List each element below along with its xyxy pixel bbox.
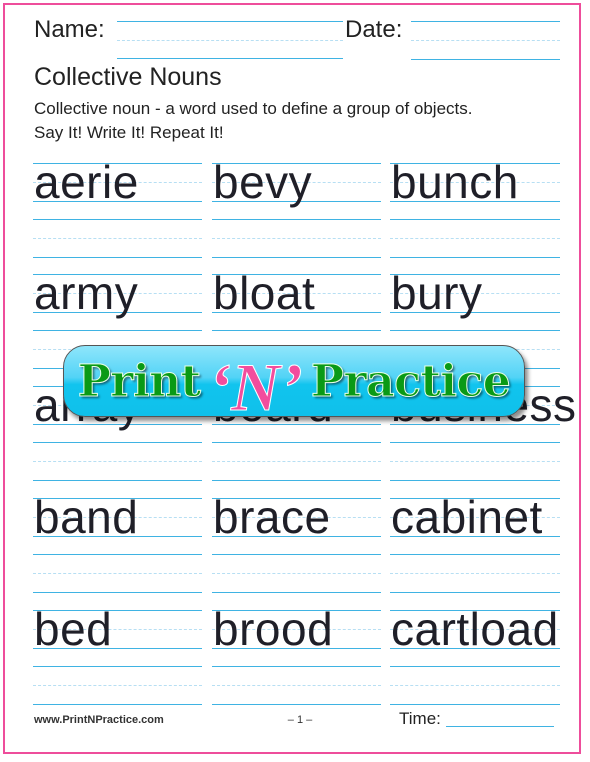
guide-line [390,442,560,443]
guide-line [212,257,381,258]
trace-word: bevy [213,156,313,208]
guide-line [390,592,560,593]
trace-word: bunch [391,156,519,208]
guide-line [212,480,381,481]
midline-dashed [212,685,381,686]
midline-dashed [390,573,560,574]
guide-line [33,704,202,705]
guide-line [33,219,202,220]
guide-line [390,257,560,258]
guide-line [33,666,202,667]
guide-line [33,554,202,555]
time-label: Time: [399,709,441,728]
trace-word: army [34,267,139,319]
midline-dashed [212,461,381,462]
guide-line [33,442,202,443]
print-n-practice-logo: Print ‘N’ Practice [63,345,525,425]
guide-line [212,554,381,555]
guide-line [212,442,381,443]
trace-word: bed [34,603,113,655]
guide-line [390,330,560,331]
guide-line [33,330,202,331]
trace-word: brace [213,491,331,543]
trace-word: bury [391,267,483,319]
page-number: – 1 – [287,714,313,726]
guide-line [33,480,202,481]
guide-line [390,219,560,220]
logo-n: ‘N’ [208,348,303,425]
trace-word: band [34,491,139,543]
guide-line [212,592,381,593]
guide-line [390,480,560,481]
logo-print: Print [77,355,201,407]
guide-line [212,666,381,667]
instruction: Say It! Write It! Repeat It! [34,123,224,142]
page-title: Collective Nouns [34,63,222,91]
date-label: Date: [345,16,403,43]
midline-dashed [212,573,381,574]
trace-word: brood [213,603,334,655]
guide-line [212,704,381,705]
description: Collective noun - a word used to define … [34,99,473,118]
website-link[interactable]: www.PrintNPractice.com [34,714,164,726]
midline-dashed [33,461,202,462]
guide-line [212,219,381,220]
midline-dashed [390,461,560,462]
guide-line [33,592,202,593]
name-label: Name: [34,16,105,43]
guide-line [390,704,560,705]
midline-dashed [33,573,202,574]
midline-dashed [390,238,560,239]
logo-practice: Practice [310,355,511,407]
trace-word: cartload [391,603,559,655]
guide-line [390,554,560,555]
time-field[interactable] [446,726,554,727]
guide-line [390,666,560,667]
midline-dashed [390,685,560,686]
trace-word: cabinet [391,491,543,543]
midline-dashed [33,238,202,239]
trace-word: aerie [34,156,139,208]
midline-dashed [33,685,202,686]
trace-word: bloat [213,267,316,319]
midline-dashed [212,238,381,239]
guide-line [212,330,381,331]
guide-line [33,257,202,258]
